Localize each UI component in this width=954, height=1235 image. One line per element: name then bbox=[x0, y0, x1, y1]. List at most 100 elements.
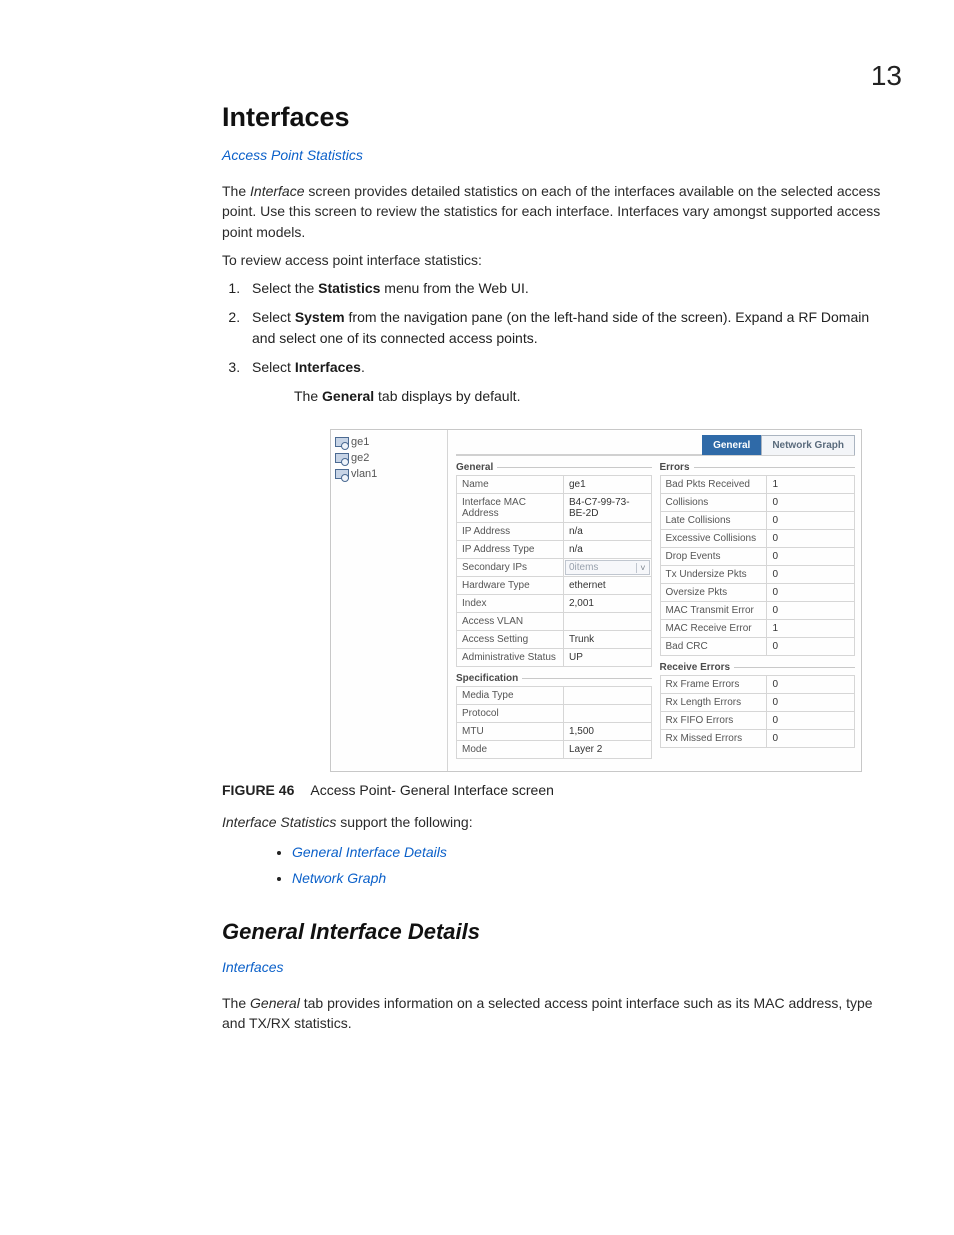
text: from the navigation pane (on the left-ha… bbox=[252, 309, 869, 346]
menu-statistics: Statistics bbox=[318, 280, 380, 296]
cell-label: Rx Frame Errors bbox=[660, 676, 767, 694]
interface-icon bbox=[335, 469, 347, 479]
link-interfaces[interactable]: Interfaces bbox=[222, 959, 283, 975]
heading-general-interface-details: General Interface Details bbox=[222, 919, 884, 945]
cell-value: 0 bbox=[767, 638, 855, 656]
section-title-specification: Specification bbox=[456, 673, 652, 684]
cell-value: 0 bbox=[767, 712, 855, 730]
secondary-ips-select[interactable]: 0items ˅ bbox=[565, 560, 650, 575]
cell-label: IP Address bbox=[457, 523, 564, 541]
cell-value: 1 bbox=[767, 476, 855, 494]
interface-nav-panel: ge1 ge2 vlan1 bbox=[331, 430, 447, 771]
table-row: Rx FIFO Errors0 bbox=[660, 712, 855, 730]
text: support the following: bbox=[336, 814, 472, 830]
cell-value bbox=[563, 687, 651, 705]
text: Specification bbox=[456, 673, 518, 684]
cell-label: Oversize Pkts bbox=[660, 584, 767, 602]
cell-label: Bad Pkts Received bbox=[660, 476, 767, 494]
nav-item-vlan1[interactable]: vlan1 bbox=[335, 466, 443, 482]
instruction-list: Select the Statistics menu from the Web … bbox=[222, 278, 884, 378]
text: tab provides information on a selected a… bbox=[222, 995, 873, 1031]
tab-general-name: General bbox=[322, 388, 374, 404]
text: The bbox=[222, 183, 250, 199]
table-row: Protocol bbox=[457, 705, 652, 723]
instruction-lead: To review access point interface statist… bbox=[222, 250, 884, 270]
cell-value bbox=[563, 705, 651, 723]
text: Errors bbox=[660, 462, 690, 473]
tab-bar: General Network Graph bbox=[456, 434, 855, 456]
table-row: Rx Length Errors0 bbox=[660, 694, 855, 712]
cell-value: Trunk bbox=[563, 631, 651, 649]
receive-errors-table: Rx Frame Errors0 Rx Length Errors0 Rx FI… bbox=[660, 675, 856, 748]
text-interface-italic: Interface bbox=[250, 183, 304, 199]
section-title-general: General bbox=[456, 462, 652, 473]
list-item: Network Graph bbox=[292, 866, 884, 891]
cell-value: 0 bbox=[767, 602, 855, 620]
text: menu from the Web UI. bbox=[380, 280, 528, 296]
section-title-errors: Errors bbox=[660, 462, 856, 473]
table-row: Tx Undersize Pkts0 bbox=[660, 566, 855, 584]
list-item: Select System from the navigation pane (… bbox=[244, 307, 884, 349]
figure-caption-text: Access Point- General Interface screen bbox=[310, 782, 554, 798]
figure-screenshot: ge1 ge2 vlan1 General Network Graph bbox=[330, 429, 862, 772]
heading-interfaces: Interfaces bbox=[222, 102, 884, 133]
cell-label: MTU bbox=[457, 723, 564, 741]
cell-label: Hardware Type bbox=[457, 577, 564, 595]
link-general-interface-details[interactable]: General Interface Details bbox=[292, 840, 447, 865]
cell-value: n/a bbox=[563, 541, 651, 559]
cell-value: 0 bbox=[767, 730, 855, 748]
cell-label: Rx Length Errors bbox=[660, 694, 767, 712]
figure-number: FIGURE 46 bbox=[222, 782, 294, 798]
cell-value: 1,500 bbox=[563, 723, 651, 741]
cell-value: B4-C7-99-73-BE-2D bbox=[563, 494, 651, 523]
cell-value: 0 bbox=[767, 548, 855, 566]
cell-label: Protocol bbox=[457, 705, 564, 723]
link-network-graph[interactable]: Network Graph bbox=[292, 866, 386, 891]
cell-label: Administrative Status bbox=[457, 649, 564, 667]
table-row: MTU1,500 bbox=[457, 723, 652, 741]
intro-paragraph: The Interface screen provides detailed s… bbox=[222, 181, 884, 242]
text: General bbox=[250, 995, 300, 1011]
menu-system: System bbox=[295, 309, 345, 325]
table-row: Namege1 bbox=[457, 476, 652, 494]
table-row: Bad CRC0 bbox=[660, 638, 855, 656]
cell-label: Media Type bbox=[457, 687, 564, 705]
table-row: Rx Missed Errors0 bbox=[660, 730, 855, 748]
text: Select the bbox=[252, 280, 318, 296]
nav-label: ge1 bbox=[351, 436, 369, 448]
cell-value: Layer 2 bbox=[563, 741, 651, 759]
cell-value: 0 bbox=[767, 694, 855, 712]
chevron-down-icon: ˅ bbox=[636, 563, 645, 573]
text: Select bbox=[252, 359, 295, 375]
cell-label: Tx Undersize Pkts bbox=[660, 566, 767, 584]
figure-caption: FIGURE 46 Access Point- General Interface… bbox=[222, 782, 884, 798]
cell-label: Drop Events bbox=[660, 548, 767, 566]
text: . bbox=[361, 359, 365, 375]
support-list: General Interface Details Network Graph bbox=[292, 840, 884, 890]
nav-item-ge1[interactable]: ge1 bbox=[335, 434, 443, 450]
general-table: Namege1 Interface MAC AddressB4-C7-99-73… bbox=[456, 475, 652, 667]
section-title-receive-errors: Receive Errors bbox=[660, 662, 856, 673]
specification-table: Media Type Protocol MTU1,500 ModeLayer 2 bbox=[456, 686, 652, 759]
cell-label: Mode bbox=[457, 741, 564, 759]
cell-value bbox=[563, 613, 651, 631]
cell-label: MAC Transmit Error bbox=[660, 602, 767, 620]
errors-table: Bad Pkts Received1 Collisions0 Late Coll… bbox=[660, 475, 856, 656]
cell-value: 0 bbox=[767, 512, 855, 530]
table-row: Media Type bbox=[457, 687, 652, 705]
table-row: Administrative StatusUP bbox=[457, 649, 652, 667]
tab-network-graph[interactable]: Network Graph bbox=[761, 435, 855, 455]
cell-value: 0 bbox=[767, 530, 855, 548]
main-content: Interfaces Access Point Statistics The I… bbox=[222, 102, 884, 1033]
cell-value: 0 bbox=[767, 566, 855, 584]
cell-value: n/a bbox=[563, 523, 651, 541]
nav-item-ge2[interactable]: ge2 bbox=[335, 450, 443, 466]
cell-label: Interface MAC Address bbox=[457, 494, 564, 523]
link-access-point-statistics[interactable]: Access Point Statistics bbox=[222, 147, 363, 163]
cell-value: ge1 bbox=[563, 476, 651, 494]
tab-general[interactable]: General bbox=[702, 435, 761, 455]
cell-label: Rx FIFO Errors bbox=[660, 712, 767, 730]
cell-label: Rx Missed Errors bbox=[660, 730, 767, 748]
table-row: ModeLayer 2 bbox=[457, 741, 652, 759]
cell-label: Secondary IPs bbox=[457, 559, 564, 577]
